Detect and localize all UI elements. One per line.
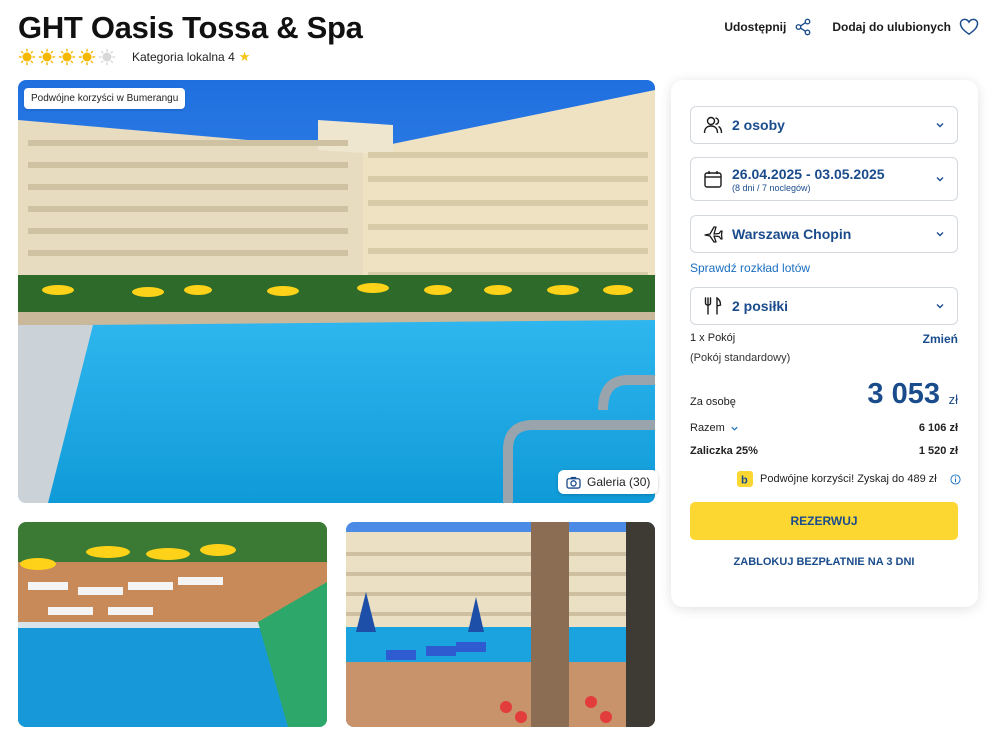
bonus-text: Podwójne korzyści! Zyskaj do 489 zł: [760, 473, 937, 485]
dates-sub: (8 dni / 7 noclegów): [732, 182, 811, 193]
main-hotel-photo[interactable]: [18, 80, 655, 503]
deposit-label: Zaliczka 25%: [690, 445, 758, 457]
hotel-title: GHT Oasis Tossa & Spa: [18, 10, 363, 45]
price-currency: zł: [948, 392, 958, 407]
info-icon[interactable]: [950, 473, 961, 485]
total-value: 6 106 zł: [918, 422, 958, 434]
bonus-logo-icon: b: [737, 471, 753, 487]
price-per-person: 3 053: [867, 378, 940, 410]
reserve-button[interactable]: REZERWUJ: [690, 502, 958, 540]
share-button[interactable]: Udostępnij: [724, 18, 812, 36]
plane-icon: [704, 226, 723, 243]
photo-sunloungers[interactable]: [18, 522, 327, 727]
star-icon: ★: [238, 49, 251, 64]
chevron-down-icon: [936, 232, 944, 237]
airport-select[interactable]: Warszawa Chopin: [690, 215, 958, 253]
deposit-row: Zaliczka 25% 1 520 zł: [690, 445, 958, 457]
block-free-button[interactable]: ZABLOKUJ BEZPŁATNIE NA 3 DNI: [690, 556, 958, 568]
pool-garden-image: [346, 522, 655, 727]
chevron-down-icon: [936, 304, 944, 309]
gallery-button[interactable]: Galeria (30): [558, 470, 659, 494]
share-icon: [795, 18, 811, 36]
sun-icon: [78, 48, 96, 66]
booking-panel: 2 osoby 26.04.2025 - 03.05.2025 (8 dni /…: [671, 80, 978, 607]
hotel-pool-image: [18, 80, 655, 503]
flight-schedule-link[interactable]: Sprawdź rozkład lotów: [690, 261, 810, 275]
sun-icon: [18, 48, 36, 66]
meals-value: 2 posiłki: [732, 298, 789, 314]
persons-select[interactable]: 2 osoby: [690, 106, 958, 144]
calendar-icon: [704, 171, 722, 188]
sunloungers-image: [18, 522, 327, 727]
top-actions: Udostępnij Dodaj do ulubionych: [724, 18, 979, 36]
room-type: (Pokój standardowy): [690, 352, 791, 364]
bonus-info: b Podwójne korzyści! Zyskaj do 489 zł: [737, 471, 961, 487]
promo-badge: Podwójne korzyści w Bumerangu: [24, 88, 186, 109]
airport-value: Warszawa Chopin: [732, 226, 852, 242]
rating-row: Kategoria lokalna 4 ★: [18, 48, 250, 66]
svg-text:b: b: [741, 475, 748, 487]
gallery-label: Galeria (30): [587, 475, 651, 489]
sun-icon: [58, 48, 76, 66]
camera-icon: [566, 476, 581, 489]
meals-select[interactable]: 2 posiłki: [690, 287, 958, 325]
chevron-down-icon: [936, 177, 944, 182]
total-row: Razem 6 106 zł: [690, 422, 958, 434]
category-label: Kategoria lokalna 4: [132, 50, 235, 64]
heart-icon: [959, 18, 979, 36]
cutlery-icon: [704, 296, 722, 315]
dates-select[interactable]: 26.04.2025 - 03.05.2025 (8 dni / 7 nocle…: [690, 157, 958, 201]
sun-rating: [18, 48, 118, 66]
person-icon: [703, 116, 723, 134]
deposit-value: 1 520 zł: [918, 445, 958, 457]
sun-empty-icon: [98, 48, 116, 66]
share-label: Udostępnij: [724, 20, 787, 34]
local-category: Kategoria lokalna 4 ★: [132, 49, 250, 65]
sun-icon: [38, 48, 56, 66]
dates-value: 26.04.2025 - 03.05.2025: [732, 165, 885, 182]
chevron-down-icon: [936, 123, 944, 128]
room-count: 1 x Pokój: [690, 332, 736, 344]
favorite-button[interactable]: Dodaj do ulubionych: [832, 18, 979, 36]
favorite-label: Dodaj do ulubionych: [832, 20, 951, 34]
total-toggle[interactable]: Razem: [690, 422, 739, 434]
chevron-down-icon: [731, 426, 738, 431]
change-room-button[interactable]: Zmień: [923, 332, 958, 346]
photo-pool-garden[interactable]: [346, 522, 655, 727]
per-person-label: Za osobę: [690, 396, 736, 408]
persons-value: 2 osoby: [732, 117, 785, 133]
total-label: Razem: [690, 422, 725, 434]
